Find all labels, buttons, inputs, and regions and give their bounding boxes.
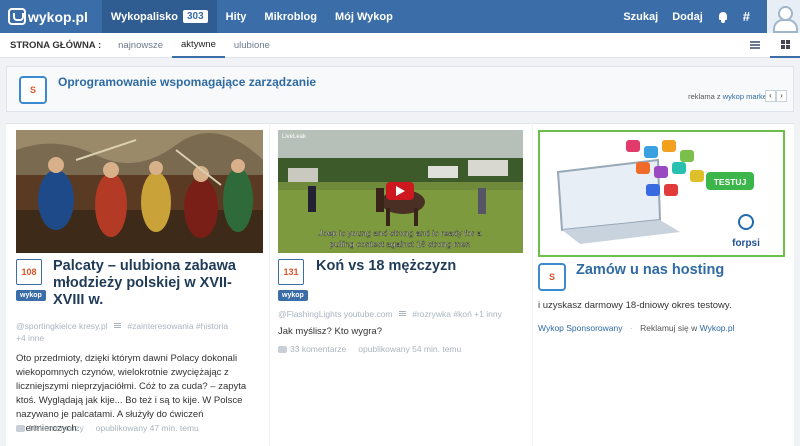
svg-text:LiveLeak: LiveLeak: [282, 134, 307, 140]
link-card: LiveLeak Joep is young and strong and is…: [270, 123, 532, 446]
wykop-button[interactable]: wykop: [278, 290, 308, 301]
prev-ad-button[interactable]: ‹: [765, 90, 776, 102]
link-title[interactable]: Koń vs 18 mężczyzn: [316, 258, 526, 275]
hashtag-icon: #: [742, 9, 750, 24]
sponsored-card: TESTUJ forpsi S Zamów u nas hosting i uz…: [533, 123, 794, 446]
sponsored-footer: Wykop Sponsorowany · Reklamuj się w Wyko…: [538, 323, 735, 333]
section-label: STRONA GŁÓWNA :: [10, 39, 102, 51]
nav-item-moj-wykop[interactable]: Mój Wykop: [326, 0, 402, 33]
comments-link[interactable]: 10 komentarzy: [28, 423, 84, 433]
domain-link[interactable]: youtube.com: [344, 309, 393, 319]
view-toggle: [740, 33, 800, 58]
nav-label: Wykopalisko: [110, 10, 178, 23]
link-title[interactable]: Palcaty – ulubiona zabawa młodzieży pols…: [53, 258, 263, 309]
list-icon: [750, 41, 760, 49]
tag-list-icon: [114, 323, 122, 329]
ad-image[interactable]: TESTUJ forpsi: [538, 130, 785, 257]
laptop-ad-image: TESTUJ forpsi: [540, 132, 783, 255]
video-frame-image: LiveLeak Joep is young and strong and is…: [278, 130, 523, 253]
nav-item-wykopalisko[interactable]: Wykopalisko 303: [101, 0, 217, 33]
wykop-button[interactable]: wykop: [16, 290, 46, 301]
more-tags-link[interactable]: +1 inny: [474, 309, 502, 319]
sponsored-title-link[interactable]: Oprogramowanie wspomagające zarządzanie: [58, 75, 316, 89]
list-view-button[interactable]: [740, 33, 770, 58]
sponsored-banner: S Oprogramowanie wspomagające zarządzani…: [6, 66, 794, 112]
tab-najnowsze[interactable]: najnowsze: [109, 33, 172, 58]
ad-source-prefix: reklama z: [688, 92, 721, 101]
sub-navigation-bar: STRONA GŁÓWNA : najnowsze aktywne ulubio…: [0, 33, 800, 58]
vote-count: 108: [16, 259, 42, 285]
svg-text:pulling contest against 18 str: pulling contest against 18 strong men: [330, 239, 471, 249]
link-footer: 10 komentarzy opublikowany 47 min. temu: [16, 423, 199, 433]
nav-item-hity[interactable]: Hity: [217, 0, 256, 33]
ad-arrows: ‹ ›: [765, 90, 787, 102]
tag-link[interactable]: #koń: [453, 309, 471, 319]
logo-text: wykop.pl: [28, 8, 88, 25]
vote-count: 131: [278, 259, 304, 285]
sponsor-link[interactable]: Wykop Sponsorowany: [538, 323, 623, 333]
link-thumbnail[interactable]: [16, 130, 263, 253]
published-time: opublikowany 54 min. temu: [358, 344, 462, 354]
tag-link[interactable]: #rozrywka: [412, 309, 451, 319]
add-link[interactable]: Dodaj: [665, 0, 710, 33]
sponsored-title-link[interactable]: Zamów u nas hosting: [576, 262, 786, 279]
wykop-logo-icon: [8, 8, 26, 25]
author-link[interactable]: @FlashingLights: [278, 309, 341, 319]
main-nav: Wykopalisko 303 Hity Mikroblog Mój Wykop: [101, 0, 402, 33]
sponsor-icon: S: [19, 76, 47, 104]
domain-link[interactable]: kresy.pl: [79, 321, 108, 331]
svg-text:TESTUJ: TESTUJ: [714, 177, 747, 187]
link-meta: @sportingkielce kresy.pl #zainteresowani…: [16, 320, 264, 344]
tag-link[interactable]: #historia: [196, 321, 228, 331]
wykop-market-link[interactable]: wykop market: [723, 92, 769, 101]
nav-item-mikroblog[interactable]: Mikroblog: [255, 0, 326, 33]
comment-icon: [16, 424, 25, 432]
advertise-prefix: Reklamuj się w: [640, 323, 698, 333]
user-avatar[interactable]: [767, 0, 800, 33]
tab-ulubione[interactable]: ulubione: [225, 33, 279, 58]
comments-link[interactable]: 33 komentarze: [290, 344, 346, 354]
tag-link[interactable]: #zainteresowania: [127, 321, 193, 331]
more-tags-link[interactable]: +4 inne: [16, 333, 44, 343]
link-card: 108 wykop Palcaty – ulubiona zabawa młod…: [6, 123, 269, 446]
link-footer: 33 komentarze opublikowany 54 min. temu: [278, 344, 461, 354]
next-ad-button[interactable]: ›: [776, 90, 787, 102]
sponsor-icon: S: [538, 263, 566, 291]
wykopalisko-count-badge: 303: [182, 10, 208, 23]
tab-aktywne[interactable]: aktywne: [172, 33, 225, 58]
tags-button[interactable]: #: [736, 0, 757, 33]
wykop-logo[interactable]: wykop.pl: [8, 8, 88, 25]
grid-icon: [780, 39, 790, 49]
svg-text:forpsi: forpsi: [732, 238, 760, 249]
link-description: Jak myślisz? Kto wygra?: [278, 326, 383, 337]
tag-list-icon: [398, 311, 406, 317]
search-link[interactable]: Szukaj: [616, 0, 665, 33]
link-meta: @FlashingLights youtube.com #rozrywka #k…: [278, 308, 528, 320]
top-navigation-bar: wykop.pl Wykopalisko 303 Hity Mikroblog …: [0, 0, 800, 33]
notifications-button[interactable]: [710, 0, 736, 33]
right-nav: Szukaj Dodaj #: [616, 0, 800, 33]
ad-source: reklama z wykop market: [688, 92, 769, 101]
author-link[interactable]: @sportingkielce: [16, 321, 77, 331]
comment-icon: [278, 345, 287, 353]
video-thumbnail[interactable]: LiveLeak Joep is young and strong and is…: [278, 130, 523, 253]
grid-view-button[interactable]: [770, 33, 800, 58]
sponsored-description: i uzyskasz darmowy 18-dniowy okres testo…: [538, 300, 732, 311]
painting-image: [16, 130, 263, 253]
bell-icon: [717, 11, 729, 23]
svg-text:Joep is young and strong and i: Joep is young and strong and is ready fo…: [318, 228, 481, 238]
advertise-link[interactable]: Wykop.pl: [700, 323, 735, 333]
published-time: opublikowany 47 min. temu: [95, 423, 199, 433]
